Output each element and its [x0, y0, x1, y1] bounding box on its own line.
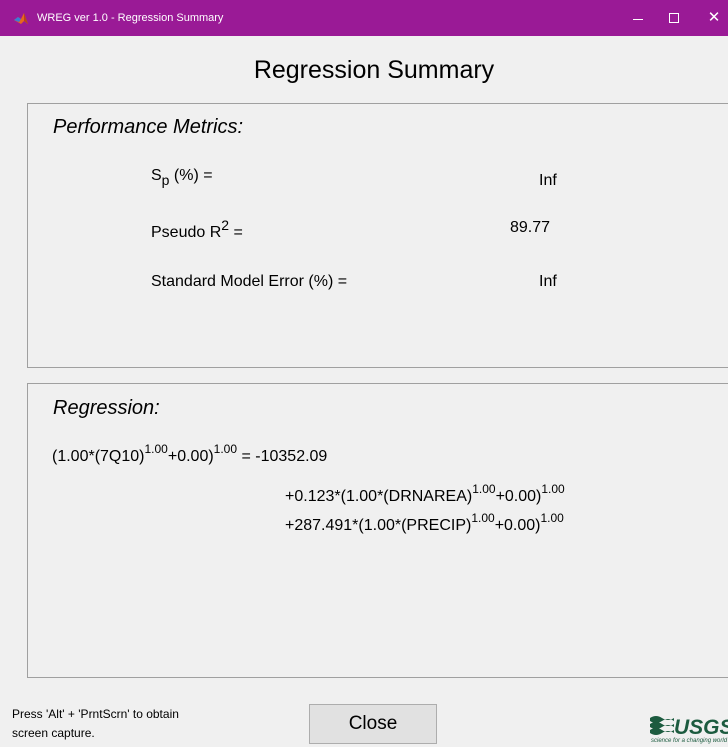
regression-equation-line-3: +287.491*(1.00*(PRECIP)1.00+0.00)1.00: [285, 511, 564, 536]
performance-metrics-label: Performance Metrics:: [53, 116, 244, 138]
pseudo-r2-value: 89.77: [510, 219, 551, 236]
eq1-exp-2: 1.00: [213, 442, 238, 456]
maximize-icon: [669, 13, 679, 23]
performance-metrics-panel: [27, 103, 728, 368]
eq2-part-a: +0.123*(1.00*(DRNAREA): [285, 488, 473, 505]
usgs-logo-tagline: science for a changing world: [651, 738, 728, 744]
hint-line-1: Press 'Alt' + 'PrntScrn' to obtain: [12, 707, 179, 721]
regression-equation-line-2: +0.123*(1.00*(DRNAREA)1.00+0.00)1.00: [285, 482, 565, 507]
sme-value: Inf: [539, 273, 557, 290]
regression-label: Regression:: [53, 397, 160, 419]
window-title-bar: WREG ver 1.0 - Regression Summary ✕: [0, 0, 728, 36]
pseudo-r2-base: Pseudo R: [151, 224, 222, 241]
screen-capture-hint: Press 'Alt' + 'PrntScrn' to obtain scree…: [12, 705, 272, 743]
usgs-logo-text: USGS: [674, 716, 728, 739]
minimize-icon: [633, 18, 643, 20]
eq1-exp-1: 1.00: [144, 442, 168, 456]
pseudo-r2-superscript: 2: [221, 217, 230, 233]
window-title: WREG ver 1.0 - Regression Summary: [37, 12, 224, 24]
sp-label: Sp (%) =: [151, 165, 213, 188]
close-icon: ✕: [707, 8, 721, 26]
eq2-exp-1: 1.00: [472, 482, 496, 496]
eq1-part-b: +0.00): [167, 448, 214, 465]
sp-base: S: [151, 167, 162, 184]
sme-label: Standard Model Error (%) =: [151, 273, 348, 290]
eq3-part-b: +0.00): [494, 517, 541, 534]
pseudo-r2-label: Pseudo R2 =: [151, 217, 243, 243]
eq3-exp-2: 1.00: [540, 511, 564, 525]
sp-value: Inf: [539, 172, 557, 189]
page-title: Regression Summary: [253, 56, 495, 84]
maximize-button[interactable]: [656, 0, 692, 36]
window-close-button[interactable]: ✕: [696, 0, 728, 36]
eq3-exp-1: 1.00: [471, 511, 495, 525]
sp-rest: (%) =: [169, 167, 213, 184]
eq2-exp-2: 1.00: [541, 482, 565, 496]
eq3-part-a: +287.491*(1.00*(PRECIP): [285, 517, 472, 534]
eq1-part-c: = -10352.09: [237, 448, 328, 465]
pseudo-r2-rest: =: [229, 224, 243, 241]
close-button[interactable]: Close: [309, 704, 437, 744]
regression-equation-line-1: (1.00*(7Q10)1.00+0.00)1.00 = -10352.09: [52, 442, 328, 467]
minimize-button[interactable]: [620, 0, 656, 36]
usgs-logo: USGS science for a changing world: [648, 710, 728, 746]
sp-subscript: p: [161, 172, 170, 188]
matlab-icon: [13, 11, 29, 27]
eq2-part-b: +0.00): [495, 488, 542, 505]
hint-line-2: screen capture.: [12, 726, 95, 740]
eq1-part-a: (1.00*(7Q10): [52, 448, 145, 465]
